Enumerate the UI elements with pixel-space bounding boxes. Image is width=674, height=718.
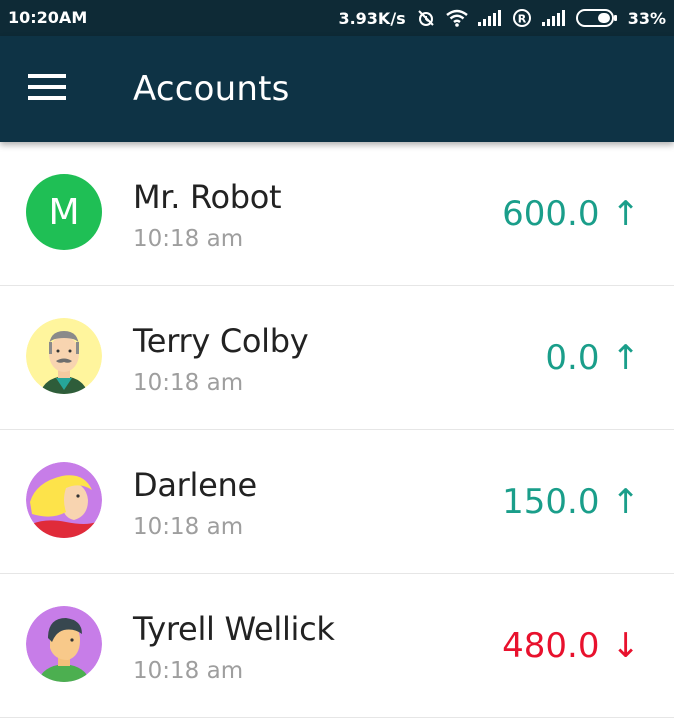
signal-icon-2 <box>541 10 566 26</box>
roaming-icon: R <box>512 8 532 28</box>
account-time: 10:18 am <box>133 658 244 684</box>
status-time: 10:20AM <box>8 8 88 27</box>
menu-button[interactable] <box>22 64 72 114</box>
battery-percent: 33% <box>627 8 666 28</box>
man-avatar <box>26 606 102 682</box>
account-time: 10:18 am <box>133 514 244 540</box>
app-bar: Accounts <box>0 36 674 142</box>
account-amount: 0.0 ↑ <box>545 338 640 378</box>
arrow-down-icon: ↓ <box>611 626 641 666</box>
wifi-icon <box>445 9 468 27</box>
account-amount: 600.0 ↑ <box>502 194 640 234</box>
arrow-up-icon: ↑ <box>611 194 641 234</box>
account-row-mr-robot[interactable]: M Mr. Robot 10:18 am 600.0 ↑ <box>0 142 674 286</box>
account-name: Mr. Robot <box>133 178 282 216</box>
account-amount: 150.0 ↑ <box>502 482 640 522</box>
account-row-tyrell-wellick[interactable]: Tyrell Wellick 10:18 am 480.0 ↓ <box>0 574 674 718</box>
amount-value: 600.0 <box>502 194 600 234</box>
alarm-off-icon <box>416 8 436 28</box>
account-row-terry-colby[interactable]: Terry Colby 10:18 am 0.0 ↑ <box>0 286 674 430</box>
account-name: Terry Colby <box>133 322 309 360</box>
blonde-woman-avatar <box>26 462 102 538</box>
amount-value: 150.0 <box>502 482 600 522</box>
account-name: Darlene <box>133 466 257 504</box>
account-amount: 480.0 ↓ <box>502 626 640 666</box>
account-row-darlene[interactable]: Darlene 10:18 am 150.0 ↑ <box>0 430 674 574</box>
status-bar: 10:20AM 3.93K/s R 33% <box>0 0 674 36</box>
network-speed: 3.93K/s <box>338 8 406 28</box>
account-time: 10:18 am <box>133 226 244 252</box>
account-name: Tyrell Wellick <box>133 610 335 648</box>
arrow-up-icon: ↑ <box>611 482 641 522</box>
avatar-letter: M <box>48 191 80 233</box>
page-title: Accounts <box>133 69 290 109</box>
old-man-avatar <box>26 318 102 394</box>
account-list: M Mr. Robot 10:18 am 600.0 ↑ Terry Colby… <box>0 142 674 718</box>
account-time: 10:18 am <box>133 370 244 396</box>
hamburger-menu-icon[interactable] <box>28 73 66 106</box>
amount-value: 0.0 <box>545 338 600 378</box>
signal-icon <box>477 10 502 26</box>
svg-text:R: R <box>517 13 526 26</box>
avatar: M <box>26 174 102 250</box>
status-icons: 3.93K/s R 33% <box>338 8 666 28</box>
arrow-up-icon: ↑ <box>611 338 641 378</box>
battery-icon <box>575 9 618 27</box>
amount-value: 480.0 <box>502 626 600 666</box>
